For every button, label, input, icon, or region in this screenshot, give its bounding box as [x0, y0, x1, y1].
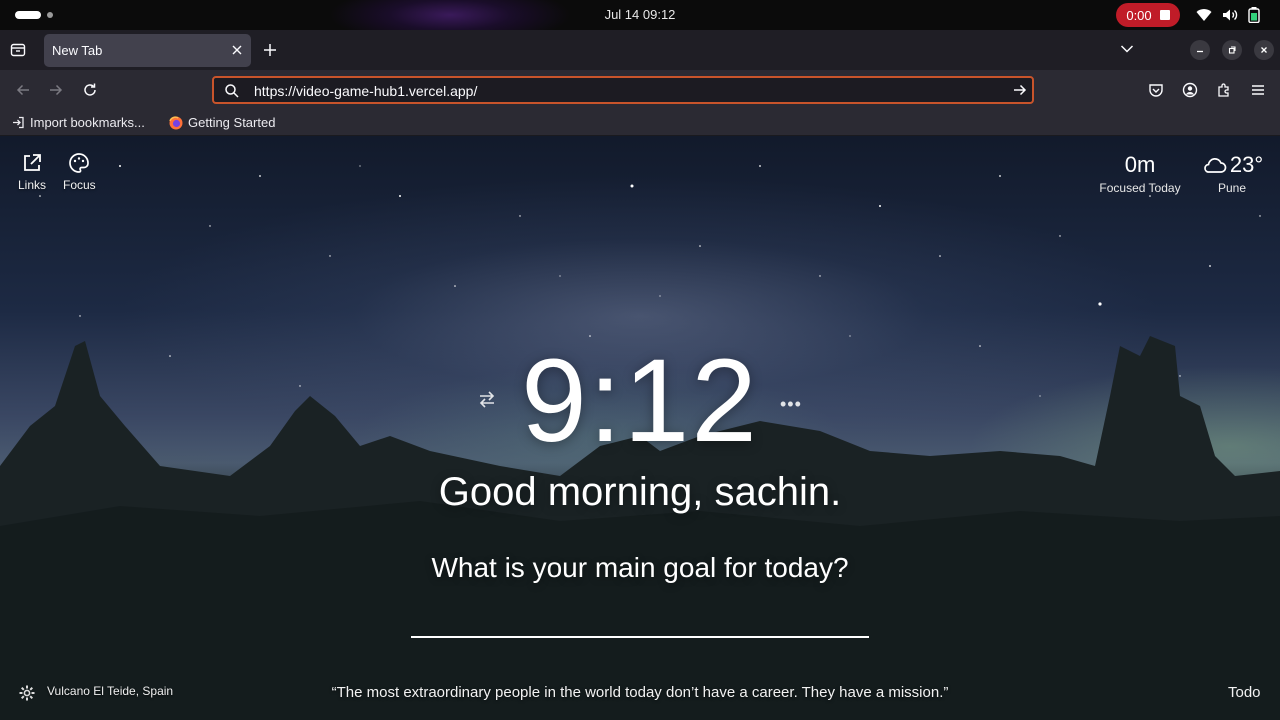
bookmark-label: Getting Started: [188, 115, 276, 130]
tab-title: New Tab: [52, 43, 103, 58]
close-icon: [1261, 47, 1267, 53]
restore-icon: [1228, 46, 1236, 54]
url-bar[interactable]: [212, 76, 1034, 104]
swap-arrows-icon[interactable]: [476, 388, 498, 410]
bookmark-getting-started[interactable]: Getting Started: [169, 115, 275, 130]
palette-icon: [69, 153, 90, 173]
external-link-icon: [24, 154, 41, 171]
account-icon[interactable]: [1182, 82, 1198, 98]
time-display[interactable]: 9:12: [0, 336, 1280, 466]
reload-icon[interactable]: [82, 82, 98, 98]
main-goal-input[interactable]: [411, 602, 869, 638]
minimize-button[interactable]: [1190, 40, 1210, 60]
firefox-logo-icon: [169, 115, 183, 129]
import-icon: [13, 116, 24, 129]
pocket-icon[interactable]: [1148, 82, 1164, 98]
close-window-button[interactable]: [1254, 40, 1274, 60]
extensions-puzzle-icon[interactable]: [1216, 82, 1232, 98]
wifi-icon: [1196, 9, 1212, 21]
links-button[interactable]: Links: [18, 152, 46, 192]
url-input[interactable]: [254, 81, 994, 101]
main-goal-prompt: What is your main goal for today?: [431, 552, 849, 583]
todo-button[interactable]: Todo: [1228, 684, 1261, 701]
hamburger-menu-icon[interactable]: [1250, 82, 1266, 98]
forward-arrow-icon[interactable]: [48, 82, 64, 98]
focus-label: Focus: [63, 178, 96, 192]
bookmark-import[interactable]: Import bookmarks...: [12, 115, 145, 130]
battery-icon: [1248, 7, 1260, 23]
restore-button[interactable]: [1222, 40, 1242, 60]
system-top-bar: Jul 14 09:12 0:00: [0, 0, 1280, 30]
list-all-tabs-chevron-icon[interactable]: [1120, 44, 1134, 54]
screen-recording-indicator[interactable]: 0:00: [1116, 3, 1180, 27]
tab-new-tab[interactable]: New Tab: [44, 34, 251, 67]
system-clock[interactable]: Jul 14 09:12: [0, 7, 1280, 22]
navigation-toolbar: [0, 70, 1280, 110]
more-options-icon[interactable]: •••: [780, 394, 802, 415]
back-arrow-icon[interactable]: [15, 82, 31, 98]
weather-location: Pune: [1217, 181, 1247, 195]
links-label: Links: [18, 178, 47, 192]
firefox-view-icon[interactable]: [10, 42, 26, 58]
volume-icon: [1223, 9, 1238, 21]
daily-quote[interactable]: “The most extraordinary people in the wo…: [0, 684, 1280, 701]
close-tab-icon[interactable]: [231, 44, 243, 56]
tab-bar: New Tab: [0, 30, 1280, 70]
weather-temperature: 23°: [1229, 152, 1264, 177]
new-tab-plus-icon[interactable]: [262, 42, 278, 58]
system-tray[interactable]: [1196, 7, 1260, 23]
go-arrow-icon[interactable]: [1012, 82, 1028, 98]
workspace-indicator: [47, 12, 53, 18]
activities-button[interactable]: [15, 11, 53, 19]
recording-time: 0:00: [1126, 7, 1152, 23]
workspace-indicator-active: [15, 11, 41, 19]
cloud-icon: [1204, 158, 1227, 173]
focused-label: Focused Today: [1099, 181, 1181, 195]
bookmark-label: Import bookmarks...: [30, 115, 145, 130]
focused-today-widget[interactable]: 0m Focused Today: [1094, 152, 1186, 195]
search-icon: [225, 84, 239, 98]
focused-value: 0m: [1124, 152, 1156, 177]
bookmarks-toolbar: Import bookmarks... Getting Started: [0, 110, 1280, 136]
weather-widget[interactable]: 23° Pune: [1196, 152, 1268, 195]
focus-button[interactable]: Focus: [63, 152, 96, 192]
minimize-icon: [1197, 50, 1203, 53]
greeting: Good morning, sachin.: [438, 470, 842, 514]
clock-area: 9:12 •••: [0, 336, 1280, 466]
stop-icon: [1159, 10, 1170, 20]
new-tab-dashboard: Links Focus 0m Focused Today 23° Pune 9:…: [0, 136, 1280, 720]
